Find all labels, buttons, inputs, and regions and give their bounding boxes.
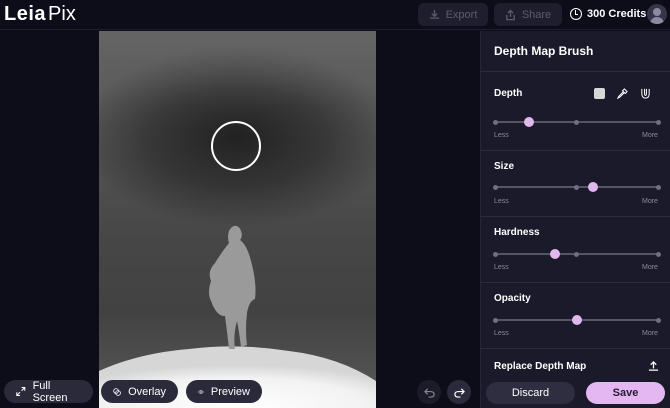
save-button[interactable]: Save <box>586 382 665 404</box>
slider-tick <box>655 317 661 323</box>
hardness-label: Hardness <box>494 227 540 238</box>
credits-label: 300 Credits <box>587 8 647 20</box>
eye-icon <box>198 389 204 394</box>
figure-silhouette <box>99 225 376 408</box>
top-bar: Leia Pix Export Share 300 Credits <box>0 0 670 30</box>
undo-button[interactable] <box>417 380 441 404</box>
divider <box>481 71 670 72</box>
depth-more-label: More <box>642 132 658 139</box>
brush-cursor <box>211 121 261 171</box>
divider <box>481 150 670 151</box>
hardness-more-label: More <box>642 264 658 271</box>
depth-label: Depth <box>494 88 523 99</box>
slider-tick <box>492 119 498 125</box>
hardness-less-label: Less <box>494 264 509 271</box>
depth-map-image[interactable] <box>99 31 376 408</box>
upload-icon[interactable] <box>648 361 659 372</box>
user-avatar[interactable] <box>647 4 667 24</box>
slider-tick <box>574 184 579 190</box>
preview-button[interactable]: Preview <box>186 380 262 403</box>
replace-depth-map-row[interactable]: Replace Depth Map <box>494 361 659 372</box>
slider-tick <box>492 251 498 257</box>
logo-sub: Pix <box>48 3 76 25</box>
slider-tick <box>574 251 579 257</box>
undo-icon <box>423 387 435 398</box>
depth-color-swatch[interactable] <box>594 87 605 99</box>
slider-thumb[interactable] <box>587 182 598 192</box>
slider-thumb[interactable] <box>550 249 561 259</box>
panel-footer: Discard Save <box>481 375 670 408</box>
opacity-more-label: More <box>642 330 658 337</box>
overlay-icon <box>113 387 121 396</box>
slider-tick <box>655 251 661 257</box>
slider-tick <box>655 119 661 125</box>
export-button[interactable]: Export <box>418 3 488 26</box>
expand-icon <box>16 386 26 397</box>
slider-tick <box>492 184 498 190</box>
share-label: Share <box>521 8 552 21</box>
size-label: Size <box>494 161 515 172</box>
size-slider[interactable] <box>492 182 661 192</box>
credits-display[interactable]: 300 Credits <box>570 8 646 20</box>
discard-button[interactable]: Discard <box>486 382 575 404</box>
slider-tick <box>655 184 661 190</box>
download-icon <box>429 9 439 19</box>
redo-button[interactable] <box>447 380 471 404</box>
leiapix-logo[interactable]: Leia Pix <box>4 3 76 26</box>
export-label: Export <box>445 8 478 21</box>
depth-less-label: Less <box>494 132 509 139</box>
size-less-label: Less <box>494 198 509 205</box>
opacity-label: Opacity <box>494 293 531 304</box>
divider <box>481 216 670 217</box>
slider-thumb[interactable] <box>524 117 535 127</box>
replace-depth-map-label: Replace Depth Map <box>494 361 587 372</box>
share-button[interactable]: Share <box>494 3 562 26</box>
overlay-label: Overlay <box>128 385 166 398</box>
overlay-button[interactable]: Overlay <box>101 380 178 403</box>
logo-main: Leia <box>4 3 47 25</box>
full-screen-button[interactable]: Full Screen <box>4 379 93 404</box>
magnet-icon[interactable] <box>639 87 651 99</box>
divider <box>481 282 670 283</box>
slider-thumb[interactable] <box>571 315 582 325</box>
clock-icon <box>570 8 582 20</box>
panel-title: Depth Map Brush <box>494 44 594 58</box>
canvas-area: Full Screen Overlay Preview <box>0 31 480 408</box>
slider-tick <box>574 119 579 125</box>
eyedropper-icon[interactable] <box>616 87 628 99</box>
preview-label: Preview <box>210 385 250 398</box>
redo-icon <box>453 387 465 398</box>
full-screen-label: Full Screen <box>32 379 68 404</box>
brush-panel: Depth Map Brush Depth Less More Size Les… <box>480 31 670 408</box>
opacity-less-label: Less <box>494 330 509 337</box>
size-more-label: More <box>642 198 658 205</box>
depth-tools <box>594 87 651 99</box>
share-icon <box>506 9 515 20</box>
divider <box>481 348 670 349</box>
slider-tick <box>492 317 498 323</box>
opacity-slider[interactable] <box>492 315 661 325</box>
depth-slider[interactable] <box>492 117 661 127</box>
hardness-slider[interactable] <box>492 249 661 259</box>
